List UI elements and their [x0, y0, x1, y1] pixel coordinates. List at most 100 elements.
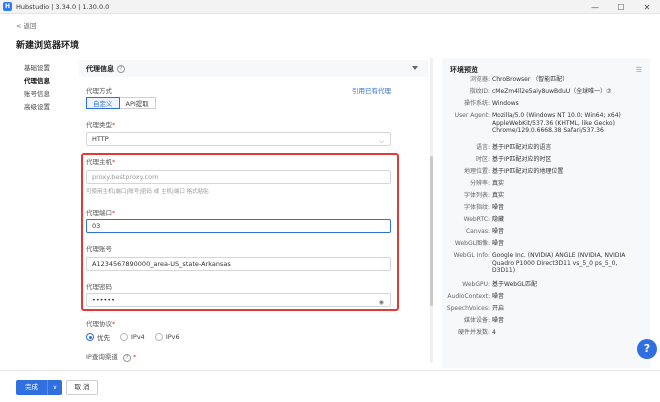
- preview-row-key: User Agent:: [454, 112, 490, 119]
- window-controls: — ☐ ✕: [582, 0, 660, 14]
- preview-row-value: ChroBrowser （智能匹配）: [492, 76, 569, 83]
- proxy-type-label-text: 代理类型: [86, 121, 112, 129]
- preview-row: AudioContext: 噪音: [442, 293, 650, 301]
- section-nav: 基础设置 代理信息 账号信息 高级设置: [24, 62, 74, 114]
- section-title: 代理信息: [86, 64, 114, 73]
- done-button-label[interactable]: 完成: [16, 380, 48, 395]
- protocol-option-ipv6[interactable]: IPv6: [154, 333, 180, 341]
- protocol-radio-group: 优先 IPv4 IPv6: [86, 332, 190, 342]
- protocol-option-label: 优先: [97, 334, 110, 342]
- preview-row-key: Canvas:: [465, 228, 490, 235]
- proxy-section-header[interactable]: 代理信息 ?: [79, 60, 428, 77]
- proxy-type-value: HTTP: [92, 135, 109, 143]
- method-custom-option[interactable]: 自定义: [86, 97, 120, 109]
- form-scrollbar-thumb[interactable]: [430, 156, 433, 306]
- ip-channel-label: IP查询渠道 ? *: [86, 351, 136, 362]
- required-mark: *: [133, 353, 137, 361]
- protocol-option-preferred[interactable]: 优先: [86, 332, 110, 342]
- preview-row-value: 基于IP匹配对应的地理位置: [492, 168, 564, 175]
- preview-row-value: 真实: [492, 180, 505, 187]
- preview-row-key: WebRTC:: [463, 216, 490, 223]
- preview-row-key: WebGPU:: [462, 281, 490, 288]
- window-title: Hubstudio | 3.34.0 | 1.30.0.0: [16, 2, 110, 11]
- preview-row-value: Google Inc. (NVIDIA) ANGLE (NVIDIA, NVID…: [492, 252, 626, 274]
- use-existing-proxy-link[interactable]: 引用已有代理: [352, 85, 391, 95]
- help-icon[interactable]: ?: [117, 64, 125, 73]
- radio-icon: [120, 333, 128, 341]
- preview-row-key: 操作系统:: [463, 100, 490, 107]
- footer-bar: 完成 ∨ 取 消: [0, 370, 660, 402]
- preview-row-key: SpeechVoices:: [446, 305, 490, 312]
- sidenav-item-advanced[interactable]: 高级设置: [24, 101, 74, 114]
- preview-row-key: WebGL图像:: [454, 240, 490, 247]
- preview-row-value: 4: [492, 329, 496, 336]
- preview-row-value: Windows: [492, 100, 519, 107]
- proxy-type-label: 代理类型*: [86, 119, 115, 129]
- preview-row: 分辨率: 真实: [442, 180, 650, 188]
- preview-row: 字体列表: 真实: [442, 192, 650, 200]
- preview-row-key: AudioContext:: [447, 293, 490, 300]
- cancel-button[interactable]: 取 消: [66, 380, 98, 395]
- preview-row-value: 开启: [492, 305, 505, 312]
- preview-row: 操作系统: Windows: [442, 100, 650, 108]
- preview-row: 时区: 基于IP匹配对应的时区: [442, 156, 650, 164]
- preview-row: 媒体设备: 噪音: [442, 317, 650, 325]
- preview-row-value: 真实: [492, 192, 505, 199]
- preview-row-value: 基于IP匹配对应的语言: [492, 144, 552, 151]
- help-icon[interactable]: ?: [122, 354, 131, 362]
- environment-preview-panel: 环境预览 ☰ 浏览器: ChroBrowser （智能匹配） 指纹ID: cMeZm4…: [442, 58, 650, 368]
- preview-row-value: 噪音: [492, 317, 505, 324]
- method-api-option[interactable]: API提取: [119, 97, 156, 109]
- preview-row-value: 基于WebGL匹配: [492, 281, 538, 288]
- preview-row: User Agent: Mozilla/5.0 (Windows NT 10.0;…: [442, 112, 650, 135]
- sidenav-item-account[interactable]: 账号信息: [24, 88, 74, 101]
- preview-row: 地理位置: 基于IP匹配对应的地理位置: [442, 168, 650, 176]
- preview-row-value: 噪音: [492, 228, 505, 235]
- radio-icon: [86, 333, 94, 341]
- preview-row-value: cMeZm4ll2e5aiy8uwBduU（全球唯一）⑦: [492, 88, 612, 95]
- preview-row: WebRTC: 隐藏: [442, 216, 650, 224]
- required-mark: *: [112, 121, 116, 129]
- chevron-down-icon: ⌵: [379, 138, 384, 145]
- preview-row-key: 语言:: [475, 144, 490, 151]
- preview-row: WebGL Info: Google Inc. (NVIDIA) ANGLE (N…: [442, 252, 650, 275]
- preview-row-value: 隐藏: [492, 216, 505, 223]
- done-button[interactable]: 完成 ∨: [16, 380, 62, 395]
- preview-row-key: 媒体设备:: [463, 317, 490, 324]
- protocol-option-ipv4[interactable]: IPv4: [120, 333, 145, 341]
- preview-row-key: 浏览器:: [469, 76, 490, 83]
- ip-channel-label-text: IP查询渠道: [86, 353, 118, 361]
- preview-title: 环境预览: [450, 66, 478, 74]
- chevron-down-icon[interactable]: ∨: [48, 380, 62, 395]
- preview-row: 字体指纹: 噪音: [442, 204, 650, 212]
- proxy-type-select[interactable]: HTTP ⌵: [86, 132, 391, 146]
- list-icon[interactable]: ☰: [636, 66, 642, 74]
- preview-row: WebGPU: 基于WebGL匹配: [442, 281, 650, 289]
- preview-row-key: WebGL Info:: [453, 252, 490, 259]
- sidenav-item-proxy[interactable]: 代理信息: [24, 75, 74, 88]
- preview-row: SpeechVoices: 开启: [442, 305, 650, 313]
- preview-row-key: 时区:: [475, 156, 490, 163]
- preview-row-key: 字体指纹:: [463, 204, 490, 211]
- preview-row: Canvas: 噪音: [442, 228, 650, 236]
- help-fab-icon[interactable]: ?: [637, 339, 657, 359]
- preview-row: 指纹ID: cMeZm4ll2e5aiy8uwBduU（全球唯一）⑦: [442, 88, 650, 96]
- collapse-caret-icon[interactable]: [412, 66, 418, 70]
- preview-row-key: 字体列表:: [463, 192, 490, 199]
- preview-row-value: 噪音: [492, 293, 505, 300]
- preview-row-key: 指纹ID:: [469, 88, 490, 95]
- radio-icon: [154, 333, 163, 341]
- back-link[interactable]: < 返回: [16, 20, 37, 30]
- preview-row: WebGL图像: 噪音: [442, 240, 650, 248]
- protocol-option-label: IPv4: [131, 333, 145, 341]
- maximize-icon[interactable]: ☐: [608, 0, 634, 14]
- title-bar: H Hubstudio | 3.34.0 | 1.30.0.0 — ☐ ✕: [0, 0, 660, 14]
- proxy-protocol-label: 代理协议*: [86, 318, 115, 328]
- close-icon[interactable]: ✕: [634, 0, 660, 14]
- app-logo-icon: H: [3, 2, 12, 11]
- proxy-protocol-label-text: 代理协议: [86, 320, 112, 328]
- minimize-icon[interactable]: —: [582, 0, 608, 14]
- preview-row-value: 噪音: [492, 204, 505, 211]
- sidenav-item-basic[interactable]: 基础设置: [24, 62, 74, 75]
- preview-row-value: 基于IP匹配对应的时区: [492, 156, 552, 163]
